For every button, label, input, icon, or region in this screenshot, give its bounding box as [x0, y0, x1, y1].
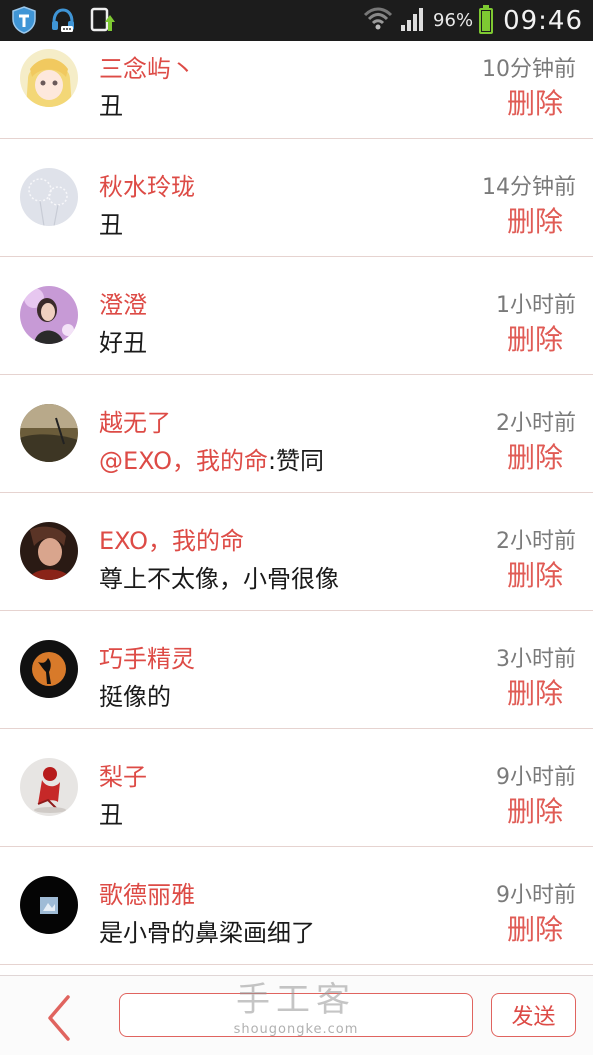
comment-body: 好丑 — [99, 329, 147, 357]
list-item: 秋水玲珑 丑 14分钟前 删除 — [0, 139, 593, 257]
delete-button[interactable]: 删除 — [507, 436, 563, 476]
list-item: 三念屿丶 丑 10分钟前 删除 — [0, 41, 593, 139]
avatar[interactable] — [20, 404, 78, 462]
comment-text: 尊上不太像，小骨很像 — [99, 559, 339, 594]
signal-icon — [399, 5, 427, 37]
comment-body: 尊上不太像，小骨很像 — [99, 565, 339, 593]
comment-text: 是小骨的鼻梁画细了 — [99, 913, 315, 948]
comment-time: 14分钟前 — [482, 175, 576, 200]
comment-body: 是小骨的鼻梁画细了 — [99, 919, 315, 947]
delete-button[interactable]: 删除 — [507, 82, 563, 122]
comment-time: 3小时前 — [496, 647, 576, 672]
delete-button[interactable]: 删除 — [507, 200, 563, 240]
avatar[interactable] — [20, 876, 78, 934]
headset-icon — [48, 5, 78, 35]
list-item: 澄澄 好丑 1小时前 删除 — [0, 257, 593, 375]
comment-list: 三念屿丶 丑 10分钟前 删除 秋水玲珑 丑 14分钟前 删除 澄澄 好丑 1小… — [0, 41, 593, 965]
avatar[interactable] — [20, 49, 78, 107]
comment-text: 挺像的 — [99, 677, 171, 712]
list-item: EXO，我的命 尊上不太像，小骨很像 2小时前 删除 — [0, 493, 593, 611]
battery-percent: 96% — [433, 10, 474, 31]
comment-author[interactable]: 梨子 — [99, 757, 147, 792]
list-item: 梨子 丑 9小时前 删除 — [0, 729, 593, 847]
comment-body: 丑 — [99, 801, 123, 829]
comment-text: 丑 — [99, 205, 123, 240]
clock: 09:46 — [503, 5, 583, 36]
comment-body: 丑 — [99, 211, 123, 239]
comment-text: @EXO，我的命:赞同 — [99, 441, 324, 476]
comment-time: 2小时前 — [496, 411, 576, 436]
comment-body: 挺像的 — [99, 683, 171, 711]
status-bar: 96% 09:46 — [0, 0, 593, 41]
avatar[interactable] — [20, 286, 78, 344]
list-item: 巧手精灵 挺像的 3小时前 删除 — [0, 611, 593, 729]
comment-body: :赞同 — [267, 447, 325, 475]
phone-update-icon — [88, 5, 118, 35]
comment-body: 丑 — [99, 92, 123, 120]
comment-text: 丑 — [99, 86, 123, 121]
delete-button[interactable]: 删除 — [507, 554, 563, 594]
list-item: 越无了 @EXO，我的命:赞同 2小时前 删除 — [0, 375, 593, 493]
comment-author[interactable]: 歌德丽雅 — [99, 875, 195, 910]
list-item: 歌德丽雅 是小骨的鼻梁画细了 9小时前 删除 — [0, 847, 593, 965]
comment-author[interactable]: 澄澄 — [99, 285, 147, 320]
comment-author[interactable]: 巧手精灵 — [99, 639, 195, 674]
comment-mention[interactable]: @EXO，我的命 — [99, 447, 268, 475]
chevron-left-icon[interactable] — [38, 993, 78, 1043]
comment-author[interactable]: 越无了 — [99, 403, 171, 438]
comment-time: 10分钟前 — [482, 57, 576, 82]
comment-text: 丑 — [99, 795, 123, 830]
shield-icon — [9, 5, 39, 35]
comment-text: 好丑 — [99, 323, 147, 358]
comment-author[interactable]: EXO，我的命 — [99, 521, 244, 556]
delete-button[interactable]: 删除 — [507, 318, 563, 358]
battery-icon — [479, 4, 494, 34]
avatar[interactable] — [20, 168, 78, 226]
wifi-icon — [363, 4, 393, 38]
comment-author[interactable]: 三念屿丶 — [99, 49, 195, 84]
send-button[interactable]: 发送 — [491, 993, 576, 1037]
comment-input-bar: 发送 — [0, 975, 593, 1055]
comment-time: 9小时前 — [496, 883, 576, 908]
delete-button[interactable]: 删除 — [507, 908, 563, 948]
comment-time: 1小时前 — [496, 293, 576, 318]
comment-author[interactable]: 秋水玲珑 — [99, 167, 195, 202]
avatar[interactable] — [20, 758, 78, 816]
delete-button[interactable]: 删除 — [507, 672, 563, 712]
comment-time: 9小时前 — [496, 765, 576, 790]
avatar[interactable] — [20, 522, 78, 580]
comment-input[interactable] — [119, 993, 473, 1037]
delete-button[interactable]: 删除 — [507, 790, 563, 830]
comment-time: 2小时前 — [496, 529, 576, 554]
avatar[interactable] — [20, 640, 78, 698]
